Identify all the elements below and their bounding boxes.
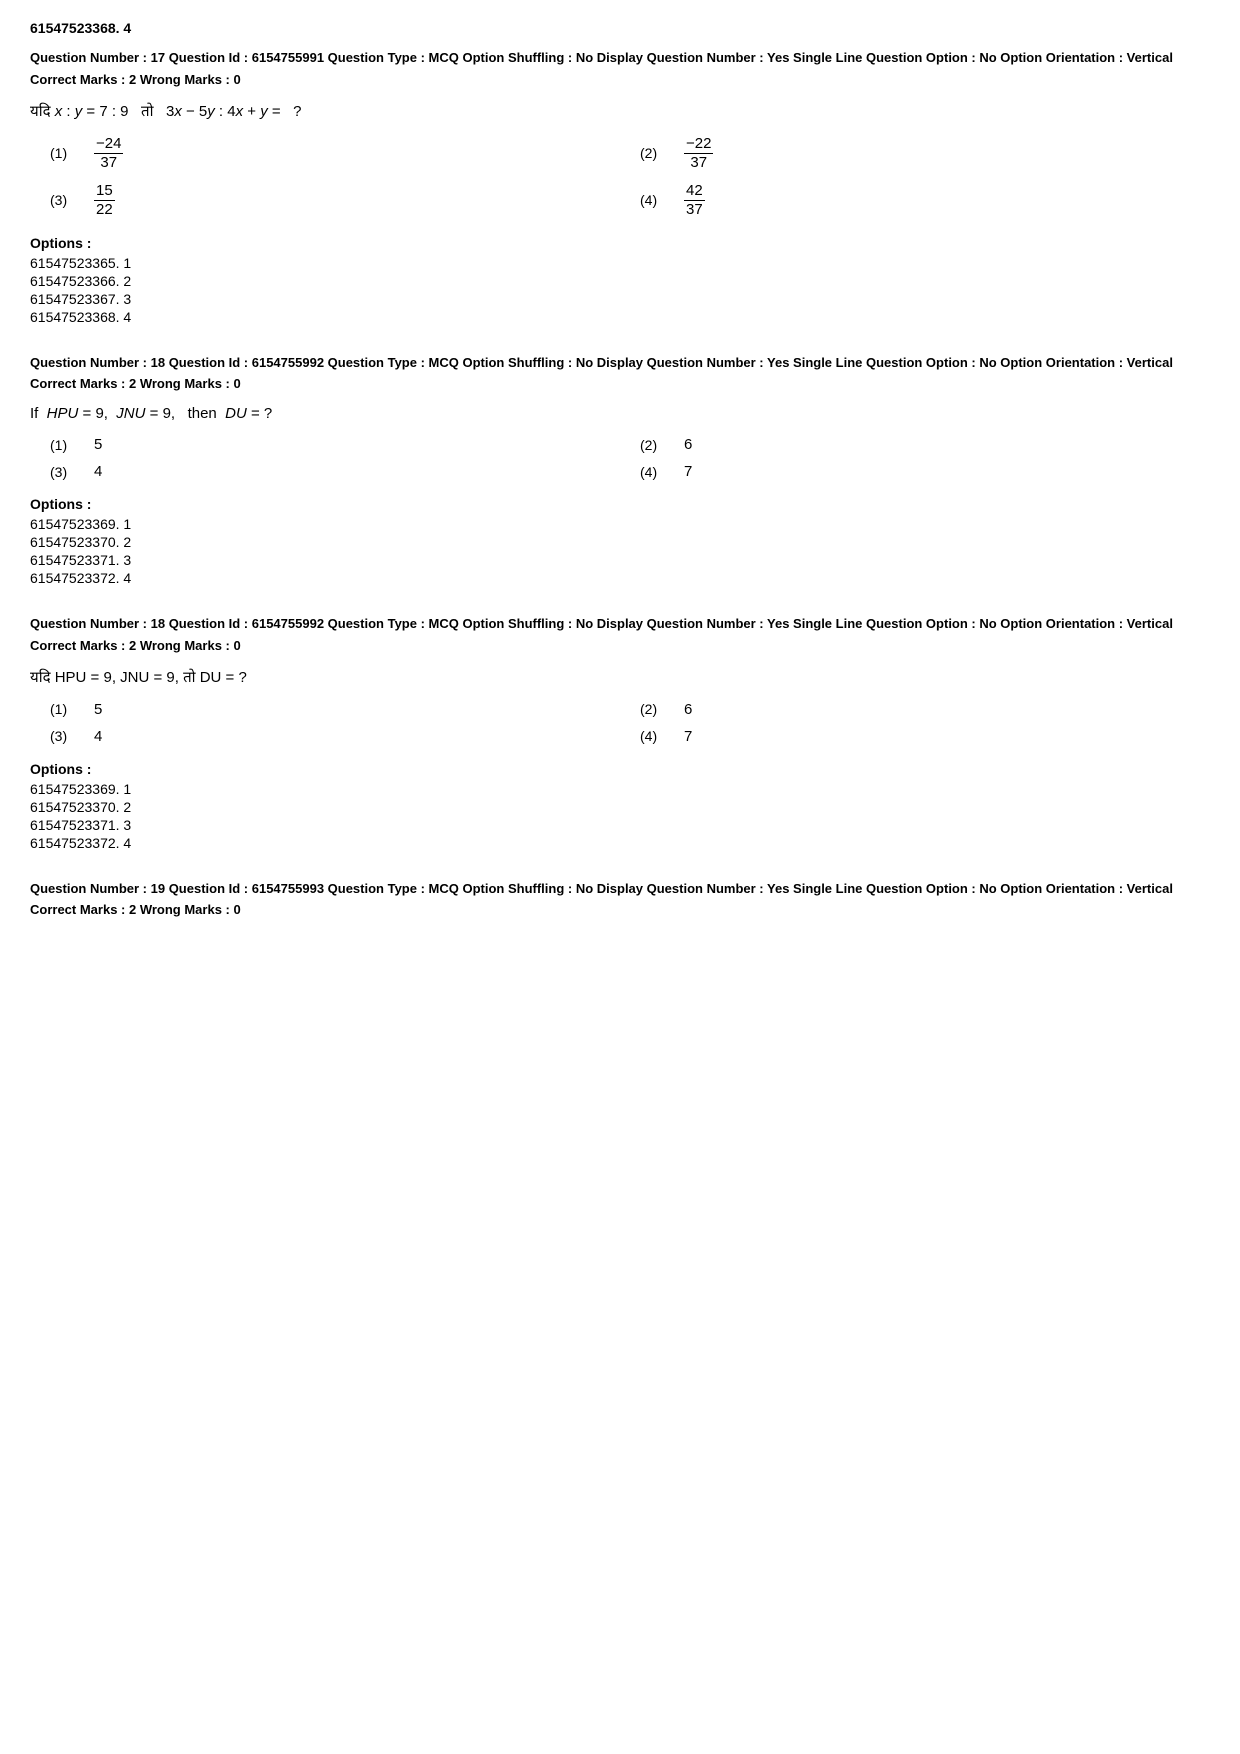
option-val-4-18b: 7	[684, 728, 692, 745]
option-code-4-18a: 61547523372. 4	[30, 570, 1210, 586]
options-label-17: Options :	[30, 235, 1210, 251]
fraction-3-17: 15 22	[94, 182, 115, 219]
question-meta-18a: Question Number : 18 Question Id : 61547…	[30, 353, 1210, 373]
fraction-2-17: −22 37	[684, 135, 713, 172]
numerator-4-17: 42	[684, 182, 705, 201]
option-num-1-18b: (1)	[50, 701, 78, 717]
option-num-2-17: (2)	[640, 145, 668, 161]
question-text-18b: यदि HPU = 9, JNU = 9, तो DU = ?	[30, 669, 247, 686]
question-content-18a: If HPU = 9, JNU = 9, then DU = ?	[30, 405, 1210, 422]
option-code-4-18b: 61547523372. 4	[30, 835, 1210, 851]
option-code-2-18a: 61547523370. 2	[30, 534, 1210, 550]
numerator-2-17: −22	[684, 135, 713, 154]
option-2-18a: (2) 6	[640, 436, 1210, 453]
top-id: 61547523368. 4	[30, 20, 1210, 36]
question-meta-17: Question Number : 17 Question Id : 61547…	[30, 48, 1210, 68]
option-val-3-18b: 4	[94, 728, 102, 745]
options-label-18b: Options :	[30, 761, 1210, 777]
option-val-3-18a: 4	[94, 463, 102, 480]
options-label-18a: Options :	[30, 496, 1210, 512]
option-4-18b: (4) 7	[640, 728, 1210, 745]
option-num-2-18b: (2)	[640, 701, 668, 717]
option-num-2-18a: (2)	[640, 437, 668, 453]
option-val-2-18b: 6	[684, 701, 692, 718]
options-grid-18b: (1) 5 (2) 6 (3) 4 (4) 7	[30, 701, 1210, 745]
option-2-18b: (2) 6	[640, 701, 1210, 718]
denominator-3-17: 22	[94, 201, 115, 219]
marks-line-19: Correct Marks : 2 Wrong Marks : 0	[30, 902, 1210, 917]
option-code-3-18a: 61547523371. 3	[30, 552, 1210, 568]
option-val-2-18a: 6	[684, 436, 692, 453]
question-content-17: यदि x : y = 7 : 9 तो 3x − 5y : 4x + y = …	[30, 101, 1210, 121]
option-3-17: (3) 15 22	[50, 182, 620, 219]
option-code-3-18b: 61547523371. 3	[30, 817, 1210, 833]
question-text-18a: If HPU = 9, JNU = 9, then DU = ?	[30, 405, 272, 422]
option-2-17: (2) −22 37	[640, 135, 1210, 172]
numerator-1-17: −24	[94, 135, 123, 154]
question-content-18b: यदि HPU = 9, JNU = 9, तो DU = ?	[30, 667, 1210, 687]
option-code-3-17: 61547523367. 3	[30, 291, 1210, 307]
option-val-1-18a: 5	[94, 436, 102, 453]
fraction-4-17: 42 37	[684, 182, 705, 219]
question-block-17: Question Number : 17 Question Id : 61547…	[30, 48, 1210, 325]
question-text-17: यदि x : y = 7 : 9 तो 3x − 5y : 4x + y = …	[30, 103, 302, 120]
option-num-4-17: (4)	[640, 192, 668, 208]
option-code-1-18a: 61547523369. 1	[30, 516, 1210, 532]
question-meta-18b: Question Number : 18 Question Id : 61547…	[30, 614, 1210, 634]
option-1-18b: (1) 5	[50, 701, 620, 718]
numerator-3-17: 15	[94, 182, 115, 201]
marks-line-18a: Correct Marks : 2 Wrong Marks : 0	[30, 376, 1210, 391]
question-meta-19: Question Number : 19 Question Id : 61547…	[30, 879, 1210, 899]
option-num-1-17: (1)	[50, 145, 78, 161]
option-num-3-17: (3)	[50, 192, 78, 208]
denominator-4-17: 37	[684, 201, 705, 219]
option-4-17: (4) 42 37	[640, 182, 1210, 219]
question-block-18b: Question Number : 18 Question Id : 61547…	[30, 614, 1210, 851]
option-3-18b: (3) 4	[50, 728, 620, 745]
fraction-1-17: −24 37	[94, 135, 123, 172]
options-grid-17: (1) −24 37 (2) −22 37 (3) 15 22 (4)	[30, 135, 1210, 219]
marks-line-17: Correct Marks : 2 Wrong Marks : 0	[30, 72, 1210, 87]
options-grid-18a: (1) 5 (2) 6 (3) 4 (4) 7	[30, 436, 1210, 480]
option-num-3-18a: (3)	[50, 464, 78, 480]
option-num-3-18b: (3)	[50, 728, 78, 744]
option-1-18a: (1) 5	[50, 436, 620, 453]
option-val-1-18b: 5	[94, 701, 102, 718]
question-block-19: Question Number : 19 Question Id : 61547…	[30, 879, 1210, 918]
option-code-1-18b: 61547523369. 1	[30, 781, 1210, 797]
option-3-18a: (3) 4	[50, 463, 620, 480]
denominator-1-17: 37	[98, 154, 119, 172]
question-block-18a: Question Number : 18 Question Id : 61547…	[30, 353, 1210, 587]
denominator-2-17: 37	[688, 154, 709, 172]
option-num-1-18a: (1)	[50, 437, 78, 453]
option-code-4-17: 61547523368. 4	[30, 309, 1210, 325]
option-val-4-18a: 7	[684, 463, 692, 480]
marks-line-18b: Correct Marks : 2 Wrong Marks : 0	[30, 638, 1210, 653]
option-code-2-17: 61547523366. 2	[30, 273, 1210, 289]
option-num-4-18b: (4)	[640, 728, 668, 744]
option-1-17: (1) −24 37	[50, 135, 620, 172]
option-4-18a: (4) 7	[640, 463, 1210, 480]
option-code-2-18b: 61547523370. 2	[30, 799, 1210, 815]
option-num-4-18a: (4)	[640, 464, 668, 480]
option-code-1-17: 61547523365. 1	[30, 255, 1210, 271]
